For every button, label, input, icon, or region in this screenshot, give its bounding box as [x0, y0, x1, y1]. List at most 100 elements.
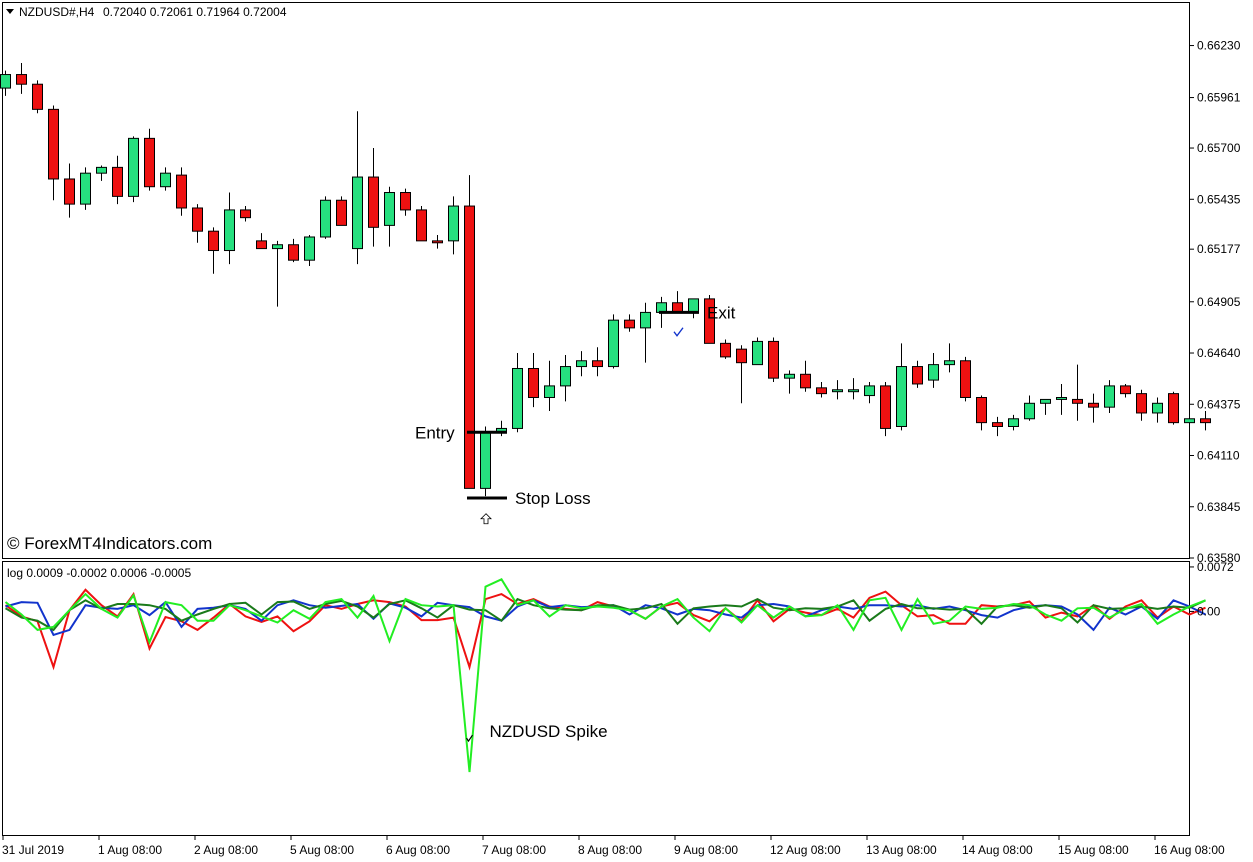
candle-body-bear: [336, 199, 347, 226]
candle-body-bear: [592, 360, 603, 368]
candle-body-bull: [896, 366, 907, 428]
time-tick-label: 14 Aug 08:00: [962, 843, 1033, 857]
price-tick-label: 0.64640: [1197, 346, 1241, 360]
candle-body-bull: [576, 360, 587, 368]
candle-body-bear: [432, 240, 443, 244]
indicator-tick-label: 0.0072: [1197, 560, 1234, 574]
candle-body-bear: [624, 319, 635, 329]
candle: [1168, 391, 1179, 425]
candle: [336, 196, 347, 226]
candle-body-bear: [720, 342, 731, 358]
candle-body-bear: [464, 205, 475, 489]
price-tick-label: 0.65435: [1197, 192, 1241, 206]
candle: [960, 356, 971, 402]
candle-body-bull: [640, 311, 651, 329]
candle-body-bull: [928, 364, 939, 381]
candle-body-bear: [1088, 402, 1099, 408]
price-tick-label: 0.63845: [1197, 500, 1241, 514]
candle-body-bull: [480, 431, 491, 489]
candle-body-bear: [992, 422, 1003, 428]
price-tick-label: 0.64110: [1197, 449, 1240, 463]
candle-body-bear: [1168, 393, 1179, 424]
candle-body-bull: [848, 389, 859, 393]
candle-body-bull: [560, 366, 571, 387]
candle-body-bull: [304, 236, 315, 261]
chart-canvas: NZDUSD#,H4 0.72040 0.72061 0.71964 0.720…: [0, 0, 1253, 862]
candle-body-bear: [208, 230, 219, 252]
candle: [128, 136, 139, 203]
price-tick-label: 0.66230: [1197, 39, 1241, 53]
candle-body-bear: [48, 108, 59, 180]
candle-body-bear: [176, 174, 187, 209]
candle-body-bull: [608, 319, 619, 368]
candle-body-bull: [512, 367, 523, 429]
candle: [608, 314, 619, 369]
candle-body-bull: [784, 373, 795, 379]
candle-body-bear: [768, 340, 779, 379]
candle-body-bear: [1072, 398, 1083, 404]
candle-body-bull: [1056, 396, 1067, 400]
time-tick-label: 15 Aug 08:00: [1058, 843, 1129, 857]
candle-body-bear: [976, 396, 987, 424]
candle: [144, 128, 155, 191]
trade-annotation-label: Stop Loss: [515, 489, 591, 508]
candle-body-bull: [272, 244, 283, 250]
candle-body-bull: [384, 192, 395, 226]
candle-body-bear: [288, 244, 299, 261]
trade-annotation-label: Entry: [415, 423, 455, 442]
trade-annotation-label: Exit: [707, 303, 736, 322]
candle-body-bull: [1184, 418, 1195, 424]
time-tick-label: 9 Aug 08:00: [674, 843, 738, 857]
candle-body-bull: [1008, 418, 1019, 428]
time-tick-label: 1 Aug 08:00: [98, 843, 162, 857]
candle-body-bear: [816, 387, 827, 395]
candle-body-bear: [112, 166, 123, 197]
time-tick-label: 13 Aug 08:00: [866, 843, 937, 857]
candle-body-bear: [880, 385, 891, 429]
indicator-tick-label: 0.00: [1197, 604, 1221, 618]
price-tick-label: 0.64375: [1197, 397, 1241, 411]
candle: [752, 337, 763, 366]
candle-body-bear: [256, 240, 267, 250]
candle-body-bull: [944, 360, 955, 366]
candle-body-bull: [864, 385, 875, 397]
time-tick-label: 2 Aug 08:00: [194, 843, 258, 857]
candle-body-bear: [960, 360, 971, 398]
candle-body-bear: [192, 207, 203, 232]
candle-body-bear: [800, 373, 811, 389]
candle-body-bear: [64, 178, 75, 205]
time-tick-label: 6 Aug 08:00: [386, 843, 450, 857]
candle-body-bull: [96, 166, 107, 174]
candle: [320, 196, 331, 239]
candle-body-bull: [0, 74, 11, 89]
candle-body-bear: [1200, 418, 1211, 424]
candle-body-bull: [224, 209, 235, 252]
candle: [768, 337, 779, 383]
candle: [880, 382, 891, 437]
time-tick-label: 16 Aug 08:00: [1154, 843, 1225, 857]
candle-body-bear: [1136, 393, 1147, 414]
candle-body-bull: [1152, 402, 1163, 414]
candle-body-bear: [416, 209, 427, 242]
candle-body-bull: [752, 340, 763, 366]
candle: [32, 80, 43, 114]
candle: [480, 426, 491, 497]
candle-body-bull: [544, 385, 555, 398]
spike-annotation-label: NZDUSD Spike: [490, 722, 608, 741]
candle-body-bull: [1104, 385, 1115, 408]
candle-body-bear: [912, 366, 923, 385]
time-tick-label: 8 Aug 08:00: [578, 843, 642, 857]
watermark: © ForexMT4Indicators.com: [7, 534, 212, 553]
candle: [464, 175, 475, 489]
price-tick-label: 0.64905: [1197, 295, 1241, 309]
candle-body-bear: [1120, 385, 1131, 395]
price-tick-label: 0.65700: [1197, 141, 1241, 155]
candle-body-bear: [16, 74, 27, 85]
candle-body-bull: [160, 172, 171, 188]
symbol-label: NZDUSD#,H4: [19, 5, 95, 19]
candle-body-bull: [688, 298, 699, 313]
candle-body-bull: [1040, 398, 1051, 404]
time-tick-label: 5 Aug 08:00: [290, 843, 354, 857]
candle-body-bear: [736, 348, 747, 364]
candle: [176, 167, 187, 216]
